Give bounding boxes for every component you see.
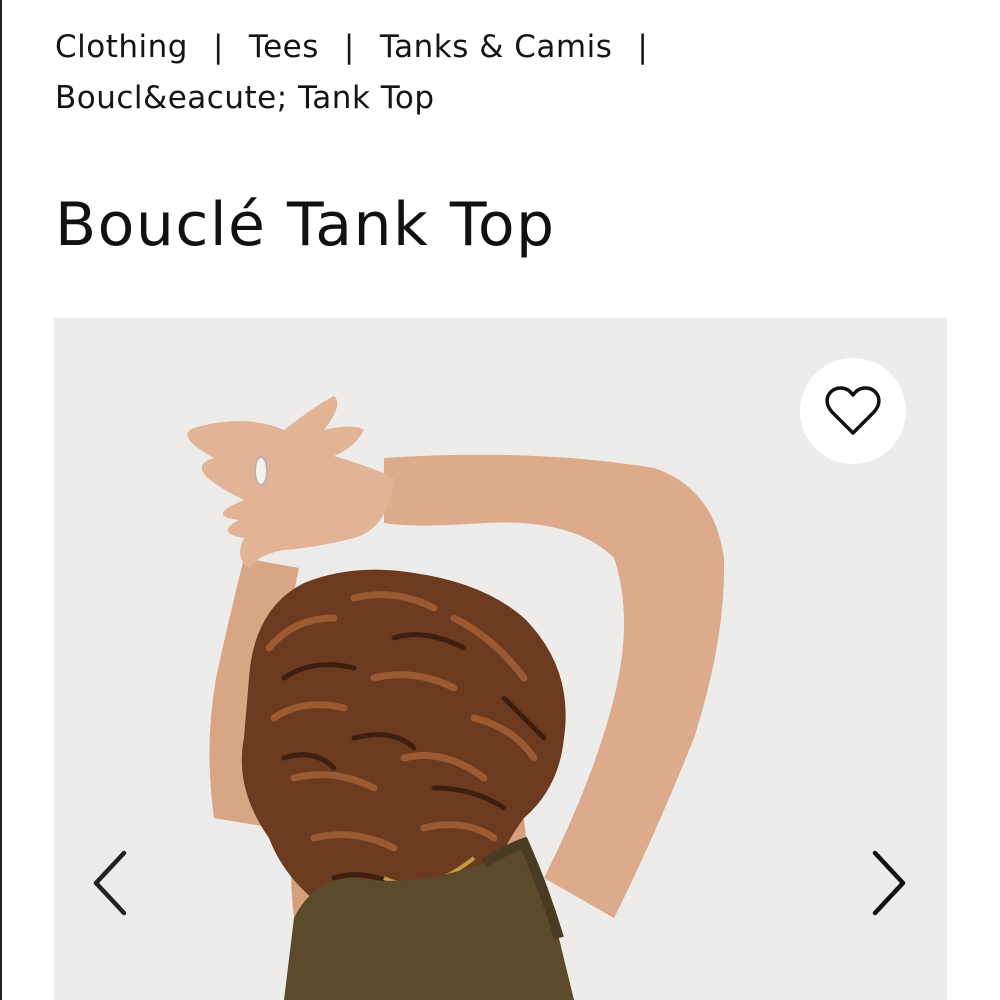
breadcrumb-clothing[interactable]: Clothing <box>55 29 188 65</box>
chevron-left-icon <box>93 850 127 916</box>
breadcrumb-separator: | <box>343 29 355 65</box>
breadcrumb: Clothing | Tees | Tanks & Camis | Boucl&eacute… <box>55 22 955 124</box>
breadcrumb-tanks-camis[interactable]: Tanks & Camis <box>380 29 613 65</box>
heart-outline-icon <box>825 386 881 435</box>
breadcrumb-tees[interactable]: Tees <box>249 29 319 65</box>
breadcrumb-current-product[interactable]: Boucl&eacute; Tank Top <box>55 80 435 116</box>
favorite-button[interactable] <box>800 358 906 464</box>
next-image-button[interactable] <box>859 838 919 928</box>
page-title: Bouclé Tank Top <box>55 190 556 260</box>
breadcrumb-separator: | <box>212 29 224 65</box>
previous-image-button[interactable] <box>80 838 140 928</box>
product-image-gallery[interactable] <box>54 318 947 1000</box>
page-left-border <box>0 0 2 1000</box>
chevron-right-icon <box>872 850 906 916</box>
breadcrumb-separator: | <box>637 29 649 65</box>
